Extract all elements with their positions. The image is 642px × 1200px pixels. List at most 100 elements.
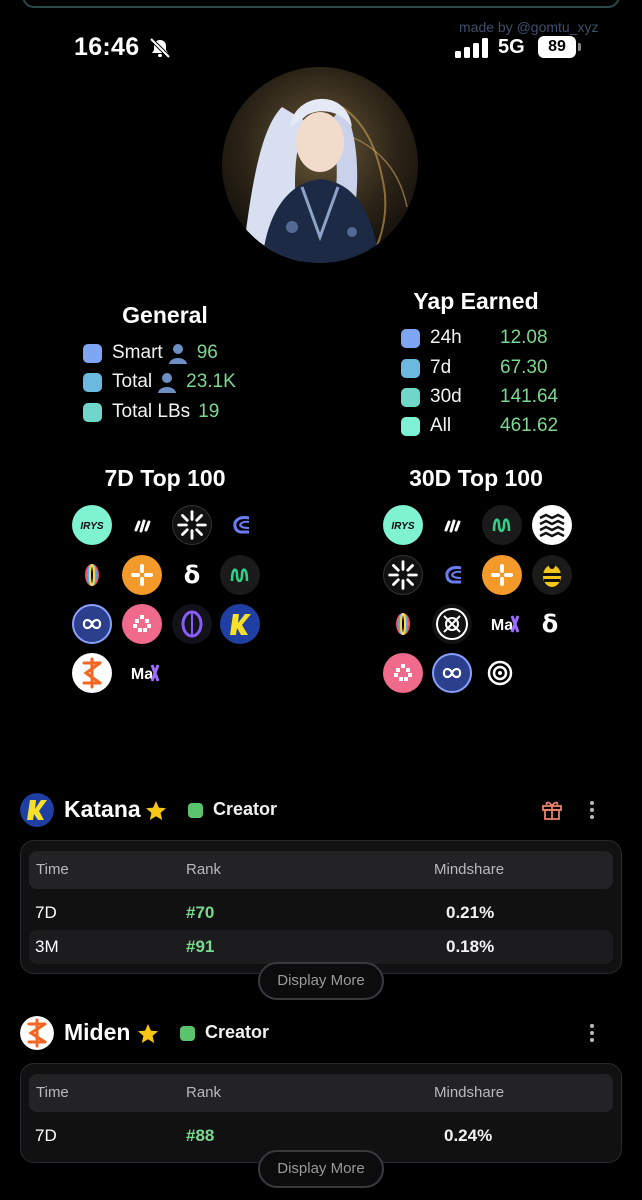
green-wave-logo[interactable]	[220, 555, 260, 595]
stat-label: 30d	[430, 386, 462, 407]
creator-badge: Creator	[213, 799, 278, 819]
legend-dot	[83, 343, 102, 363]
avatar[interactable]	[222, 67, 418, 263]
bee-logo[interactable]	[532, 555, 572, 595]
table-header: Time Rank Mindshare	[29, 1074, 613, 1112]
svg-text:Ma: Ma	[131, 666, 153, 683]
pink-dots-logo[interactable]	[122, 604, 162, 644]
c-arc-logo[interactable]	[432, 555, 472, 595]
creator-dot	[180, 1026, 195, 1041]
stat-total-lbs: Total LBs 19	[83, 400, 219, 424]
yap-30d: 30d 141.64	[401, 385, 558, 409]
rainbow-ring-logo[interactable]	[72, 555, 112, 595]
x-circle-logo[interactable]	[432, 604, 472, 644]
legend-dot	[401, 328, 420, 348]
sunburst-logo[interactable]	[383, 555, 423, 595]
stat-label: Total LBs	[112, 401, 191, 422]
orange-cross-logo[interactable]	[482, 555, 522, 595]
row-rank: #88	[186, 1126, 215, 1145]
bell-slash-icon	[149, 38, 171, 58]
column-header: Mindshare	[434, 861, 505, 878]
project-name: Katana	[64, 796, 141, 822]
green-wave-logo[interactable]	[482, 505, 522, 545]
table-row: 3M #91 0.18%	[29, 930, 613, 964]
stat-label: Smart	[112, 342, 163, 363]
stat-total: Total 23.1K	[83, 370, 236, 394]
rank-table-katana: Time Rank Mindshare 7D #70 0.21% 3M #91 …	[20, 840, 622, 974]
row-mindshare: 0.21%	[446, 903, 495, 922]
miden-logo[interactable]	[72, 653, 112, 693]
row-rank: #91	[186, 937, 215, 956]
irys-logo[interactable]: IRYS	[72, 505, 112, 545]
legend-dot	[401, 358, 420, 378]
signal-icon	[455, 38, 488, 58]
stat-value: 19	[198, 401, 220, 422]
display-more-button[interactable]: Display More	[258, 1150, 384, 1188]
purple-orb-logo[interactable]	[172, 604, 212, 644]
irys-logo[interactable]: IRYS	[383, 505, 423, 545]
row-time: 3M	[35, 937, 59, 956]
sunburst-logo[interactable]	[172, 505, 212, 545]
stat-value: 141.64	[500, 386, 559, 407]
infinity-logo[interactable]	[72, 604, 112, 644]
zigzag-logo[interactable]	[532, 505, 572, 545]
stat-value: 23.1K	[186, 371, 236, 392]
table-header: Time Rank Mindshare	[29, 851, 613, 889]
svg-text:Ma: Ma	[491, 617, 513, 634]
max-logo[interactable]: Ma	[122, 653, 162, 693]
network-type: 5G	[498, 36, 525, 58]
person-icon	[158, 373, 177, 393]
top30d-title: 30D Top 100	[409, 465, 543, 491]
battery-tip	[578, 43, 581, 51]
status-time: 16:46	[74, 33, 140, 61]
yap-24h: 24h 12.08	[401, 326, 548, 350]
project-header-miden[interactable]: Miden Creator	[20, 1016, 620, 1050]
stat-value: 67.30	[500, 357, 548, 378]
svg-text:IRYS: IRYS	[391, 521, 414, 532]
rainbow-ring-logo[interactable]	[383, 604, 423, 644]
more-options-icon[interactable]	[584, 1021, 600, 1045]
creator-badge: Creator	[205, 1022, 270, 1042]
miden-logo	[20, 1016, 54, 1050]
slash-logo[interactable]	[122, 505, 162, 545]
delta-logo[interactable]: δ	[530, 604, 570, 644]
person-icon	[168, 344, 187, 364]
display-more-button[interactable]: Display More	[258, 962, 384, 1000]
stat-label: Total	[112, 371, 153, 392]
svg-text:δ: δ	[542, 610, 559, 638]
delta-logo[interactable]: δ	[172, 555, 212, 595]
target-logo[interactable]	[480, 653, 520, 693]
row-mindshare: 0.24%	[444, 1126, 493, 1145]
row-time: 7D	[35, 1126, 57, 1145]
watermark: made by @gomtu_xyz	[459, 19, 599, 35]
project-header-katana[interactable]: Katana Creator	[20, 793, 620, 827]
table-row: 7D #88 0.24%	[29, 1119, 613, 1153]
c-arc-logo[interactable]	[220, 505, 260, 545]
katana-logo[interactable]	[220, 604, 260, 644]
table-row: 7D #70 0.21%	[29, 896, 613, 930]
legend-dot	[83, 372, 102, 392]
stat-label: All	[430, 415, 452, 436]
column-header: Time	[36, 861, 69, 878]
column-header: Rank	[186, 1084, 222, 1101]
star-icon	[138, 1024, 158, 1043]
more-options-icon[interactable]	[584, 798, 600, 822]
star-icon	[146, 801, 166, 820]
project-name: Miden	[64, 1019, 131, 1045]
max-logo[interactable]: Ma	[482, 604, 522, 644]
infinity-logo[interactable]	[432, 653, 472, 693]
top-frame-edge	[22, 0, 620, 8]
yap-all: All 461.62	[401, 414, 558, 438]
row-rank: #70	[186, 903, 215, 922]
creator-dot	[188, 803, 203, 818]
stat-label: 24h	[430, 327, 462, 348]
svg-text:δ: δ	[184, 561, 201, 589]
legend-dot	[401, 416, 420, 436]
gift-icon[interactable]	[540, 797, 564, 821]
pink-dots-logo[interactable]	[383, 653, 423, 693]
battery-level: 89	[538, 36, 576, 58]
yap-7d: 7d 67.30	[401, 356, 548, 380]
rank-table-miden: Time Rank Mindshare 7D #88 0.24%	[20, 1063, 622, 1163]
slash-logo[interactable]	[432, 505, 472, 545]
orange-cross-logo[interactable]	[122, 555, 162, 595]
